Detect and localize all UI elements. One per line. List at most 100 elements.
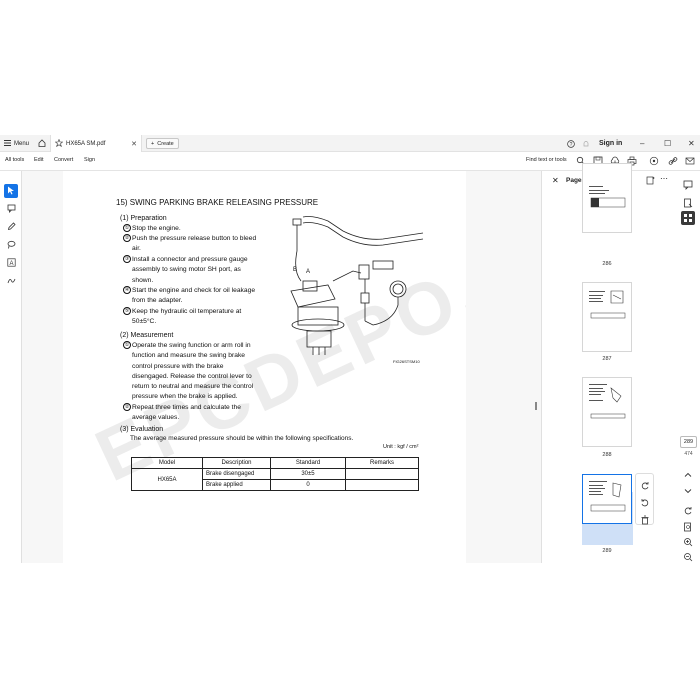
document-tab[interactable]: HX65A SM.pdf ✕ [50, 135, 142, 152]
table-cell [345, 479, 419, 491]
create-button[interactable]: + Create [146, 138, 179, 149]
thumbnail-actions [635, 473, 654, 525]
right-rail: 289 474 [677, 171, 700, 563]
create-label: Create [157, 140, 174, 147]
ai-assistant-icon[interactable] [649, 156, 659, 166]
step-number: ② [123, 403, 131, 411]
draw-tool[interactable] [4, 220, 18, 234]
pages-panel: ✕ Pages ⋯ 286 287 288 289 [541, 163, 677, 563]
page-thumbnail-selected[interactable] [582, 474, 632, 524]
signature-tool[interactable] [4, 274, 18, 288]
cursor-icon [7, 182, 15, 200]
maximize-icon[interactable]: ☐ [664, 135, 671, 152]
close-panel-icon[interactable]: ✕ [552, 176, 559, 185]
convert-menu[interactable]: Convert [54, 157, 73, 163]
text-tool[interactable]: A [4, 256, 18, 270]
home-icon [38, 138, 46, 149]
step-number: ② [123, 234, 131, 242]
email-icon[interactable] [685, 156, 695, 166]
step-text: Install a connector and pressure gauge a… [132, 256, 248, 284]
edit-menu[interactable]: Edit [34, 157, 43, 163]
table-header: Remarks [345, 457, 419, 469]
lasso-tool[interactable] [4, 238, 18, 252]
hamburger-icon [4, 139, 11, 148]
help-icon[interactable]: ? [567, 135, 575, 152]
table-cell: 30±5 [270, 468, 346, 480]
step-text: Start the engine and check for oil leaka… [132, 287, 256, 305]
document-properties-icon[interactable] [683, 195, 693, 208]
document-scroll-handle[interactable] [535, 402, 537, 410]
sign-menu[interactable]: Sign [84, 157, 95, 163]
plus-icon: + [151, 140, 155, 147]
step-number: ④ [123, 286, 131, 294]
svg-text:A: A [9, 261, 13, 267]
left-tool-rail: A [0, 171, 22, 563]
table-header: Model [131, 457, 203, 469]
list-item: ② Push the pressure release button to bl… [123, 234, 258, 255]
chevron-up-icon[interactable] [683, 467, 693, 477]
select-tool[interactable] [4, 184, 18, 198]
tab-close-icon[interactable]: ✕ [131, 140, 137, 148]
page-thumbnail[interactable] [582, 282, 632, 352]
delete-page-icon[interactable] [640, 512, 650, 525]
menu-button[interactable]: Menu [4, 135, 29, 152]
page-thumbnail[interactable] [582, 163, 632, 233]
current-page-input[interactable]: 289 [680, 436, 697, 448]
tab-title: HX65A SM.pdf [66, 140, 106, 147]
list-item: ① Operate the swing function or arm roll… [123, 341, 258, 403]
window-close-icon[interactable]: ✕ [688, 135, 695, 152]
page-number-label: 288 [602, 452, 612, 458]
insert-page-icon[interactable] [646, 176, 655, 187]
zoom-out-icon[interactable] [683, 549, 693, 562]
unit-label: Unit : kgf / cm² [383, 444, 419, 450]
figure-label-a: A [306, 269, 310, 275]
list-item: ⑤ Keep the hydraulic oil temperature at … [123, 307, 258, 328]
sign-in-button[interactable]: Sign in [599, 135, 622, 152]
text-box-icon: A [6, 254, 16, 272]
step-number: ① [123, 224, 131, 232]
list-item: ③ Install a connector and pressure gauge… [123, 255, 258, 286]
rotate-clockwise-icon[interactable] [640, 478, 650, 490]
table-cell [345, 468, 419, 480]
table-header-row: Model Description Standard Remarks [131, 457, 419, 469]
step-text: Repeat three times and calculate the ave… [132, 404, 241, 422]
comment-icon [7, 200, 16, 218]
list-item: ② Repeat three times and calculate the a… [123, 403, 258, 424]
find-text-or-tools[interactable]: Find text or tools [526, 157, 567, 163]
star-icon[interactable] [54, 138, 64, 149]
comment-tool[interactable] [4, 202, 18, 216]
page-search-icon[interactable] [683, 519, 693, 532]
page-number-label: 287 [602, 356, 612, 362]
page-thumbnail[interactable] [582, 377, 632, 447]
home-button[interactable] [36, 135, 48, 152]
zoom-in-icon[interactable] [683, 534, 693, 547]
table-header: Standard [270, 457, 346, 469]
chevron-down-icon[interactable] [683, 483, 693, 494]
section-preparation: (1) Preparation [120, 215, 167, 222]
step-number: ③ [123, 255, 131, 263]
rotate-counterclockwise-icon[interactable] [640, 495, 650, 507]
table-cell: 0 [270, 479, 346, 491]
table-row: HX65A Brake disengaged 30±5 [131, 468, 419, 491]
more-options-icon[interactable]: ⋯ [660, 174, 668, 183]
page-number-label: 286 [602, 261, 612, 267]
pdf-viewer-window: Menu HX65A SM.pdf ✕ + Create ? Sign in –… [0, 135, 700, 563]
refresh-icon[interactable] [683, 503, 693, 515]
table-cell: Brake disengaged [202, 468, 271, 480]
notification-bell-icon[interactable] [582, 135, 590, 152]
table-cell-model: HX65A [131, 468, 203, 491]
figure-label-b: B [293, 267, 297, 273]
step-number: ① [123, 341, 131, 349]
lasso-icon [7, 236, 16, 254]
page-number-label: 289 [602, 548, 612, 554]
title-bar: Menu HX65A SM.pdf ✕ + Create ? Sign in –… [0, 135, 700, 152]
table-cell: Brake applied [202, 479, 271, 491]
all-tools-menu[interactable]: All tools [5, 157, 24, 163]
comments-panel-icon[interactable] [683, 177, 693, 190]
pages-panel-toggle-icon[interactable] [681, 211, 695, 225]
minimize-icon[interactable]: – [640, 135, 644, 152]
swing-motor-illustration: B A [290, 216, 424, 355]
link-icon[interactable] [668, 156, 678, 166]
total-pages: 474 [684, 451, 693, 457]
section-measurement: (2) Measurement [120, 332, 174, 339]
